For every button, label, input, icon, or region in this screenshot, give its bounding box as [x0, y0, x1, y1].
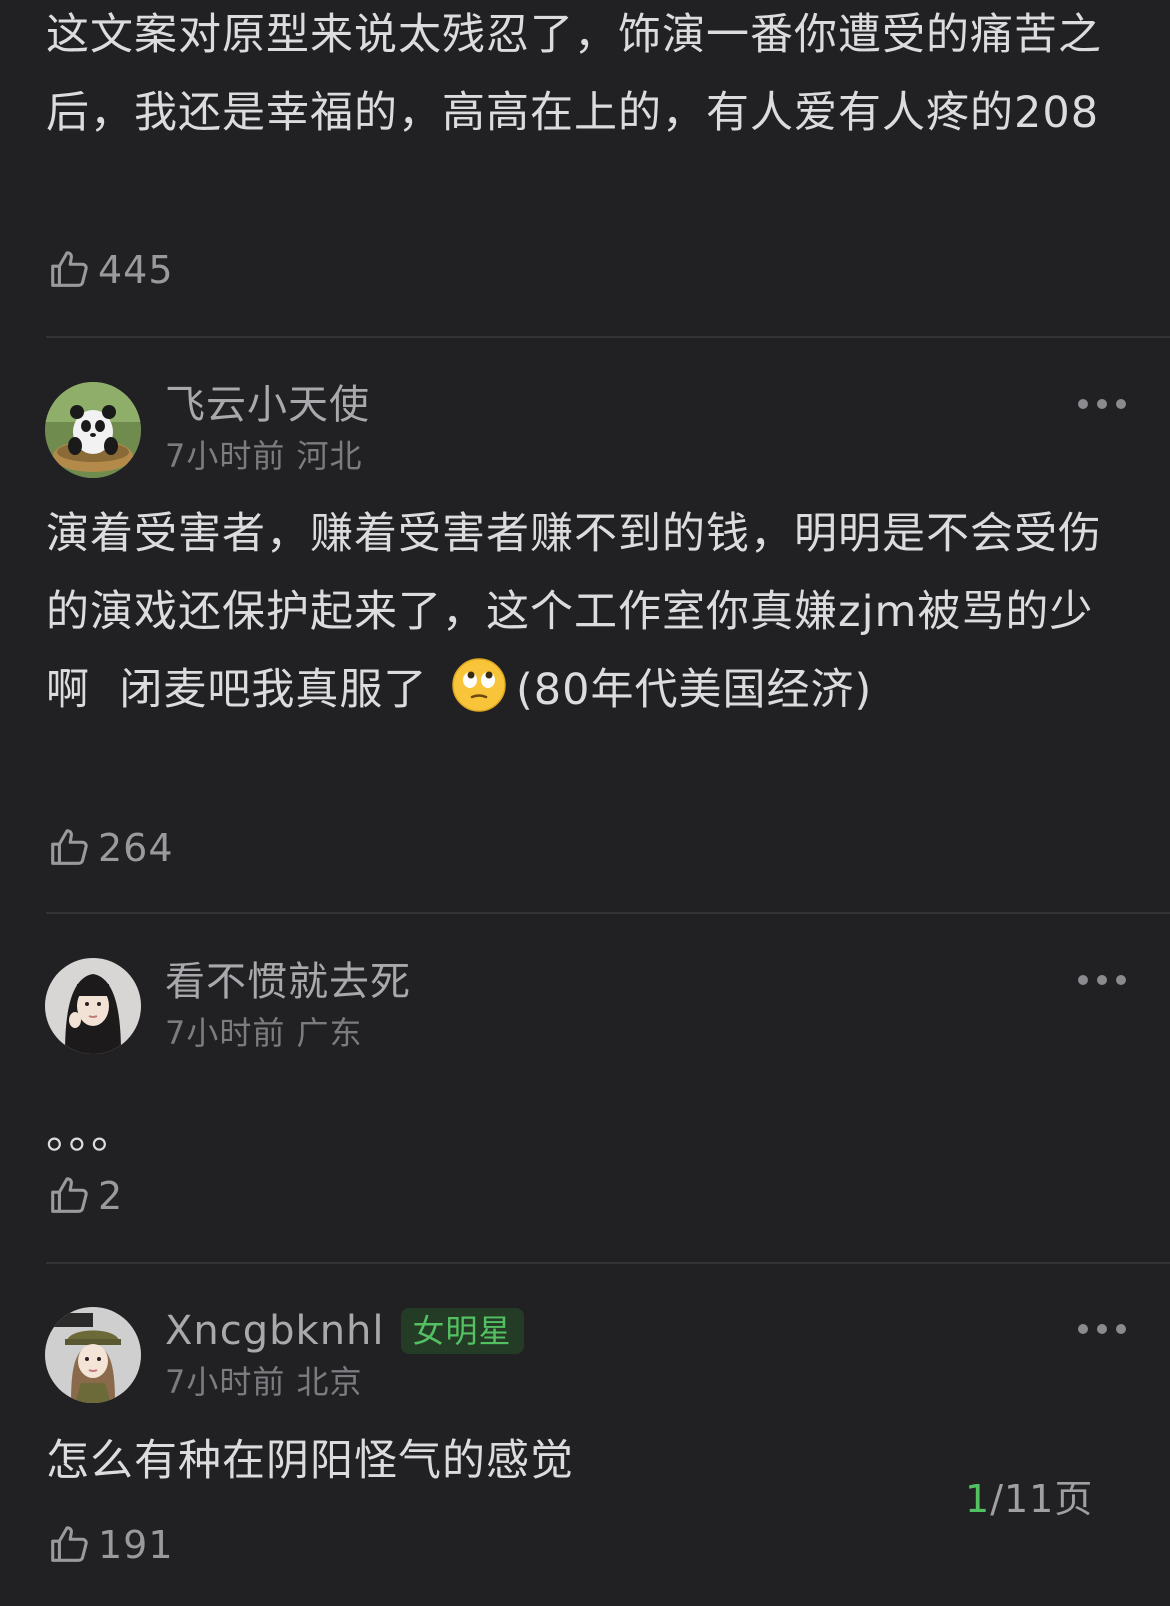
comment-meta: 7小时前 广东	[165, 1014, 363, 1052]
dot-icon	[1116, 975, 1126, 985]
like-count: 2	[98, 1174, 124, 1218]
dot-icon	[1097, 399, 1107, 409]
divider	[46, 1262, 1170, 1264]
comment-text-part: (80年代美国经济)	[516, 665, 873, 715]
dot-icon	[1116, 1324, 1126, 1334]
like-button[interactable]: 264	[46, 823, 174, 873]
like-button[interactable]: 191	[46, 1520, 174, 1570]
avatar[interactable]	[45, 1307, 141, 1403]
thumbs-up-icon	[51, 251, 88, 287]
page-indicator[interactable]: 1/11页	[965, 1468, 1093, 1523]
dot-icon	[1078, 975, 1088, 985]
user-badge: 女明星	[400, 1308, 524, 1354]
avatar[interactable]	[45, 382, 141, 478]
comment-page: 这文案对原型来说太残忍了，饰演一番你遭受的痛苦之后，我还是幸福的，高高在上的，有…	[0, 0, 1170, 1606]
divider	[46, 912, 1170, 914]
comment-meta: 7小时前 河北	[165, 437, 363, 475]
thumbs-up-icon	[51, 1177, 88, 1213]
dot-icon	[1078, 1324, 1088, 1334]
like-count: 445	[98, 248, 174, 292]
dot-icon	[1078, 399, 1088, 409]
username[interactable]: Xncgbknhl 女明星	[165, 1306, 524, 1356]
dot-icon	[1116, 399, 1126, 409]
more-options-button[interactable]	[1078, 394, 1126, 414]
current-page: 1	[965, 1477, 991, 1521]
thumbs-up-icon	[51, 829, 88, 865]
eye-roll-emoji-icon	[452, 658, 506, 712]
panda-avatar-image	[45, 382, 141, 478]
user-photo-avatar-image	[45, 1307, 141, 1403]
more-options-button[interactable]	[1078, 970, 1126, 990]
dot-icon	[1097, 975, 1107, 985]
like-button[interactable]: 2	[46, 1171, 123, 1221]
thumbs-up-icon	[51, 1526, 88, 1562]
like-count: 191	[98, 1523, 174, 1567]
total-pages: /11页	[990, 1477, 1094, 1521]
avatar[interactable]	[45, 958, 141, 1054]
like-count: 264	[98, 826, 174, 870]
username[interactable]: 看不惯就去死	[165, 957, 411, 1007]
username[interactable]: 飞云小天使	[165, 380, 370, 430]
username-text: 飞云小天使	[165, 382, 370, 428]
dot-icon	[1097, 1324, 1107, 1334]
comment-text: 这文案对原型来说太残忍了，饰演一番你遭受的痛苦之后，我还是幸福的，高高在上的，有…	[46, 10, 1102, 138]
more-options-button[interactable]	[1078, 1319, 1126, 1339]
comment-text: 演着受害者，赚着受害者赚不到的钱，明明是不会受伤的演戏还保护起来了，这个工作室你…	[46, 495, 1126, 729]
comment-text: 怎么有种在阴阳怪气的感觉	[46, 1436, 574, 1486]
username-text: 看不惯就去死	[165, 959, 411, 1005]
username-text: Xncgbknhl	[165, 1308, 385, 1354]
like-button[interactable]: 445	[46, 245, 174, 295]
comment-text: 。。。	[46, 1109, 135, 1159]
divider	[46, 336, 1170, 338]
comment-meta: 7小时前 北京	[165, 1363, 363, 1401]
user-photo-avatar-image	[45, 958, 141, 1054]
